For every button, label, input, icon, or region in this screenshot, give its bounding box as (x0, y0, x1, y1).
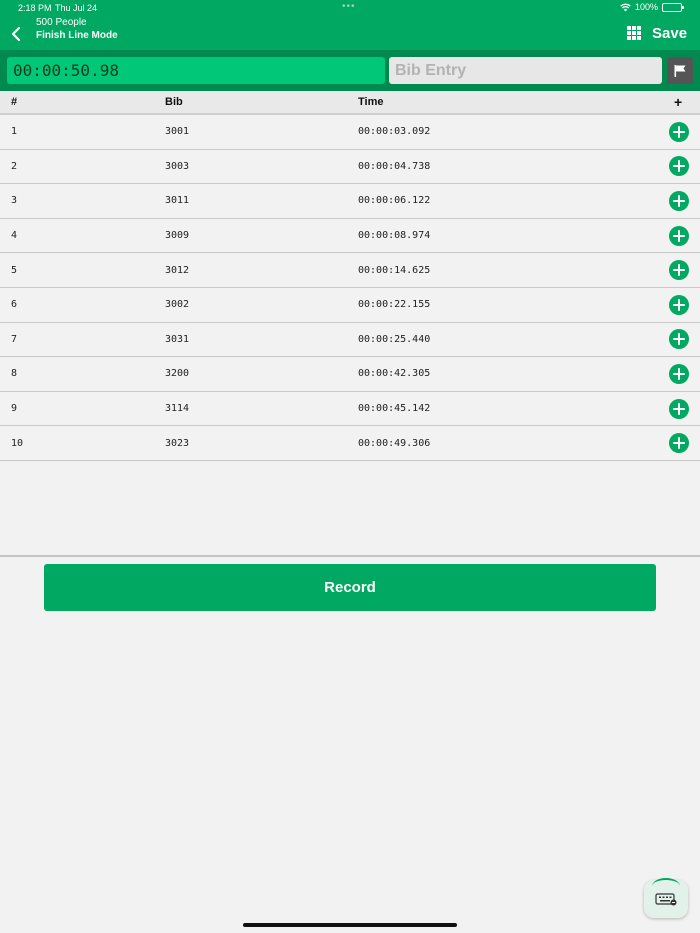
add-all-button[interactable]: + (674, 91, 682, 113)
bib-entry-input[interactable] (389, 57, 662, 84)
row-number: 6 (11, 299, 18, 311)
row-bib: 3011 (165, 195, 190, 207)
plus-circle-icon (669, 398, 689, 419)
row-bib: 3009 (165, 230, 190, 242)
plus-circle-icon (669, 363, 689, 384)
row-bib: 3012 (165, 264, 190, 276)
event-name: 500 People (36, 17, 87, 28)
home-indicator[interactable] (243, 923, 457, 927)
add-row-button[interactable] (669, 357, 689, 391)
status-right: 100% (620, 2, 684, 12)
row-bib: 3002 (165, 299, 190, 311)
row-time: 00:00:49.306 (358, 437, 431, 449)
add-row-button[interactable] (669, 323, 689, 357)
status-date: Thu Jul 24 (55, 3, 98, 13)
row-bib: 3001 (165, 126, 190, 138)
keyboard-icon (655, 893, 677, 906)
row-number: 10 (11, 437, 24, 449)
multitasking-dots-icon[interactable]: ••• (342, 1, 356, 12)
row-number: 4 (11, 230, 18, 242)
add-row-button[interactable] (669, 253, 689, 287)
chevron-left-icon (11, 26, 21, 42)
plus-circle-icon (669, 294, 689, 315)
row-time: 00:00:08.974 (358, 230, 431, 242)
table-row[interactable]: 7 3031 00:00:25.440 (0, 323, 700, 358)
back-button[interactable] (6, 23, 26, 45)
row-number: 2 (11, 160, 18, 172)
plus-circle-icon (669, 156, 689, 177)
table-row[interactable]: 6 3002 00:00:22.155 (0, 288, 700, 323)
wifi-icon (620, 3, 631, 11)
record-button[interactable]: Record (44, 564, 656, 611)
row-bib: 3031 (165, 333, 190, 345)
column-header-number: # (11, 96, 18, 108)
add-row-button[interactable] (669, 184, 689, 218)
save-button[interactable]: Save (652, 25, 687, 42)
add-row-button[interactable] (669, 219, 689, 253)
app-header: 2:18 PM Thu Jul 24 ••• 100% 500 People F… (0, 0, 700, 50)
battery-percent: 100% (634, 2, 658, 12)
table-row[interactable]: 3 3011 00:00:06.122 (0, 184, 700, 219)
plus-circle-icon (669, 433, 689, 454)
grid-icon[interactable] (627, 26, 641, 40)
row-number: 8 (11, 368, 18, 380)
row-time: 00:00:04.738 (358, 160, 431, 172)
row-time: 00:00:03.092 (358, 126, 431, 138)
status-time: 2:18 PM (18, 3, 52, 13)
add-row-button[interactable] (669, 115, 689, 149)
row-number: 7 (11, 333, 18, 345)
add-row-button[interactable] (669, 288, 689, 322)
mode-title: Finish Line Mode (36, 30, 118, 41)
row-time: 00:00:45.142 (358, 403, 431, 415)
battery-icon (662, 2, 684, 12)
row-time: 00:00:42.305 (358, 368, 431, 380)
table-row[interactable]: 1 3001 00:00:03.092 (0, 115, 700, 150)
add-row-button[interactable] (669, 150, 689, 184)
row-number: 1 (11, 126, 18, 138)
table-row[interactable]: 5 3012 00:00:14.625 (0, 253, 700, 288)
row-time: 00:00:22.155 (358, 299, 431, 311)
plus-circle-icon (669, 225, 689, 246)
row-time: 00:00:06.122 (358, 195, 431, 207)
table-row[interactable]: 4 3009 00:00:08.974 (0, 219, 700, 254)
plus-circle-icon (669, 329, 689, 350)
row-time: 00:00:25.440 (358, 333, 431, 345)
flag-icon (674, 64, 686, 77)
table-header: # Bib Time + (0, 91, 700, 115)
row-bib: 3023 (165, 437, 190, 449)
row-number: 9 (11, 403, 18, 415)
entry-bar: 00:00:50.98 (0, 50, 700, 91)
plus-circle-icon (669, 190, 689, 211)
column-header-bib: Bib (165, 96, 183, 108)
add-row-button[interactable] (669, 392, 689, 426)
add-row-button[interactable] (669, 426, 689, 460)
table-row[interactable]: 10 3023 00:00:49.306 (0, 426, 700, 461)
column-header-time: Time (358, 96, 384, 108)
plus-circle-icon (669, 121, 689, 142)
row-number: 3 (11, 195, 18, 207)
table-row[interactable]: 2 3003 00:00:04.738 (0, 150, 700, 185)
table-row[interactable]: 9 3114 00:00:45.142 (0, 392, 700, 427)
row-number: 5 (11, 264, 18, 276)
results-list: 1 3001 00:00:03.092 2 3003 00:00:04.738 3 3011 0… (0, 115, 700, 461)
race-timer: 00:00:50.98 (7, 57, 385, 84)
row-bib: 3114 (165, 403, 190, 415)
plus-circle-icon (669, 260, 689, 281)
divider (0, 555, 700, 557)
row-time: 00:00:14.625 (358, 264, 431, 276)
row-bib: 3200 (165, 368, 190, 380)
flag-button[interactable] (667, 57, 693, 84)
keyboard-button[interactable] (644, 878, 688, 918)
row-bib: 3003 (165, 160, 190, 172)
table-row[interactable]: 8 3200 00:00:42.305 (0, 357, 700, 392)
